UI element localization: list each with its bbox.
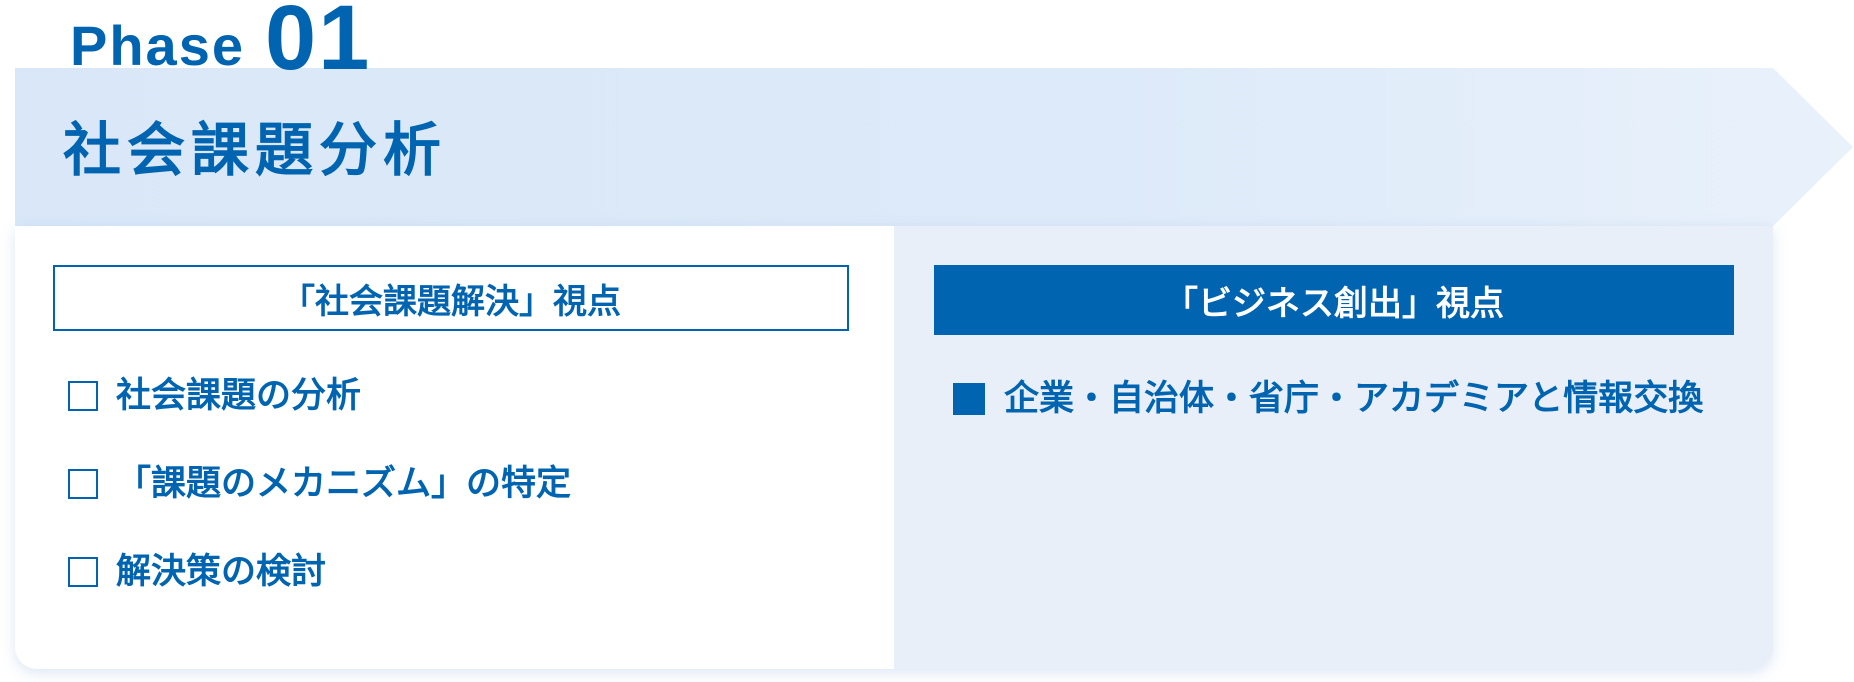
phase-title: 社会課題分析 — [63, 116, 448, 184]
list-item-label: 解決策の検討 — [116, 552, 327, 592]
social-solution-panel: 「社会課題解決」視点 社会課題の分析 「課題のメカニズム」の特定 解決策の検討 — [15, 226, 894, 669]
empty-square-icon — [68, 381, 98, 411]
phase-number: 01 — [265, 0, 372, 89]
business-creation-list: 企業・自治体・省庁・アカデミアと情報交換 — [953, 379, 1703, 467]
phase-label: Phase 01 — [70, 0, 371, 84]
list-item: 企業・自治体・省庁・アカデミアと情報交換 — [953, 379, 1703, 419]
phase-word: Phase — [70, 14, 245, 77]
list-item: 「課題のメカニズム」の特定 — [68, 464, 571, 504]
empty-square-icon — [68, 469, 98, 499]
list-item-label: 企業・自治体・省庁・アカデミアと情報交換 — [1004, 379, 1704, 419]
business-creation-panel: 「ビジネス創出」視点 企業・自治体・省庁・アカデミアと情報交換 — [894, 226, 1773, 669]
phase-card: 「社会課題解決」視点 社会課題の分析 「課題のメカニズム」の特定 解決策の検討 … — [15, 226, 1773, 669]
empty-square-icon — [68, 557, 98, 587]
business-creation-heading: 「ビジネス創出」視点 — [934, 265, 1734, 335]
list-item: 解決策の検討 — [68, 552, 571, 592]
social-solution-list: 社会課題の分析 「課題のメカニズム」の特定 解決策の検討 — [68, 376, 571, 640]
social-solution-heading: 「社会課題解決」視点 — [53, 265, 849, 331]
filled-square-icon — [953, 383, 985, 415]
list-item: 社会課題の分析 — [68, 376, 571, 416]
list-item-label: 社会課題の分析 — [116, 376, 362, 416]
list-item-label: 「課題のメカニズム」の特定 — [116, 464, 572, 504]
